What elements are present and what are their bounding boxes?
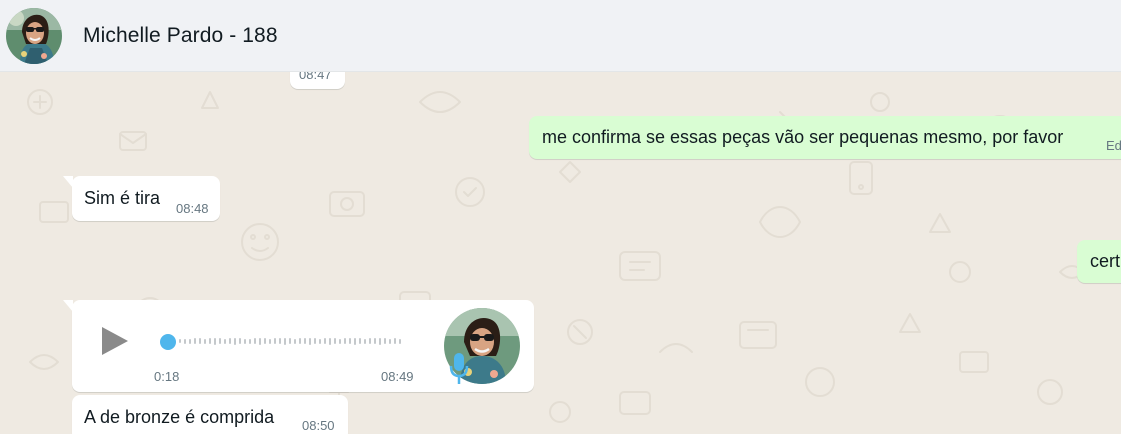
message-text: me confirma se essas peças vão ser peque…: [542, 127, 1064, 147]
message-edited-label: Ed: [1106, 138, 1121, 153]
message-list[interactable]: 08:47 me confirma se essas peças vão ser…: [0, 72, 1121, 434]
bubble-tail: [63, 176, 73, 188]
message-bubble-outgoing[interactable]: cert: [1077, 240, 1121, 283]
message-text: A de bronze é comprida: [84, 407, 275, 427]
message-time: 08:48: [176, 201, 209, 216]
chat-header[interactable]: Michelle Pardo - 188: [0, 0, 1121, 72]
contact-name[interactable]: Michelle Pardo - 188: [83, 24, 278, 48]
contact-avatar[interactable]: [6, 7, 62, 64]
message-text: Sim é tira: [84, 188, 161, 208]
message-bubble-incoming[interactable]: 08:47: [290, 72, 345, 89]
voice-message-bubble[interactable]: 0:18 08:49: [63, 300, 534, 392]
bubble-tail: [63, 300, 73, 312]
mic-icon: [449, 353, 469, 384]
message-bubble-incoming[interactable]: A de bronze é comprida 08:50: [72, 395, 348, 434]
message-time: 08:47: [299, 72, 332, 82]
message-bubble-incoming[interactable]: Sim é tira 08:48: [63, 176, 220, 221]
play-icon[interactable]: [100, 325, 130, 357]
message-text: cert: [1090, 251, 1121, 271]
message-time: 08:50: [302, 418, 335, 433]
voice-progress-knob[interactable]: [160, 334, 176, 350]
voice-duration: 0:18: [154, 369, 180, 384]
voice-waveform[interactable]: [179, 334, 401, 348]
message-bubble-outgoing[interactable]: me confirma se essas peças vão ser peque…: [529, 116, 1121, 159]
message-time: 08:49: [381, 369, 414, 384]
